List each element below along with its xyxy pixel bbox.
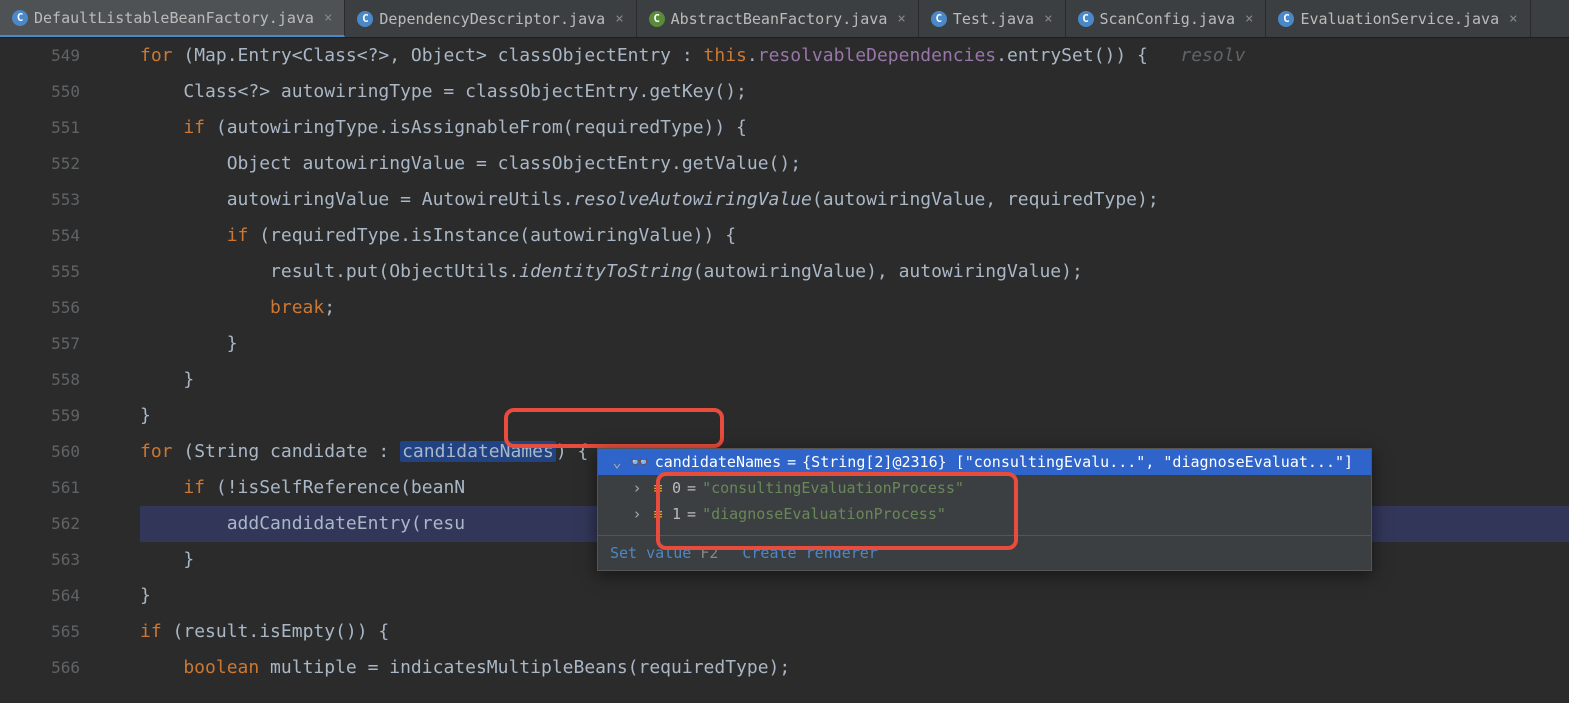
- line-number: 565: [0, 614, 80, 650]
- close-icon[interactable]: ×: [324, 10, 332, 26]
- line-gutter: 549 550 551 552 553 554 555 556 557 558 …: [0, 38, 100, 686]
- tab-test[interactable]: C Test.java ×: [919, 0, 1066, 37]
- code-line: boolean multiple = indicatesMultipleBean…: [140, 650, 1569, 686]
- code-line: Class<?> autowiringType = classObjectEnt…: [140, 74, 1569, 110]
- line-number: 555: [0, 254, 80, 290]
- line-number: 550: [0, 74, 80, 110]
- array-item-icon: ≡: [650, 505, 666, 523]
- code-line: }: [140, 326, 1569, 362]
- close-icon[interactable]: ×: [615, 11, 623, 27]
- line-number: 560: [0, 434, 80, 470]
- tab-label: ScanConfig.java: [1100, 10, 1235, 28]
- close-icon[interactable]: ×: [1509, 11, 1517, 27]
- chevron-right-icon[interactable]: ›: [630, 479, 644, 497]
- array-index: 1: [672, 505, 681, 523]
- array-index: 0: [672, 479, 681, 497]
- class-icon: C: [1278, 11, 1294, 27]
- tab-label: Test.java: [953, 10, 1034, 28]
- code-editor[interactable]: 549 550 551 552 553 554 555 556 557 558 …: [0, 38, 1569, 686]
- chevron-right-icon[interactable]: ›: [630, 505, 644, 523]
- line-number: 556: [0, 290, 80, 326]
- class-icon: C: [1078, 11, 1094, 27]
- tab-dependency-descriptor[interactable]: C DependencyDescriptor.java ×: [345, 0, 636, 37]
- code-area[interactable]: for (Map.Entry<Class<?>, Object> classOb…: [100, 38, 1569, 686]
- popup-actions: Set value F2 Create renderer: [598, 535, 1371, 570]
- code-line: if (result.isEmpty()) {: [140, 614, 1569, 650]
- tab-scan-config[interactable]: C ScanConfig.java ×: [1066, 0, 1267, 37]
- line-number: 554: [0, 218, 80, 254]
- array-item-icon: ≡: [650, 479, 666, 497]
- code-line: }: [140, 398, 1569, 434]
- line-number: 566: [0, 650, 80, 686]
- tab-abstract-bean-factory[interactable]: C AbstractBeanFactory.java ×: [637, 0, 919, 37]
- create-renderer-action[interactable]: Create renderer: [742, 544, 877, 562]
- line-number: 559: [0, 398, 80, 434]
- code-line: if (autowiringType.isAssignableFrom(requ…: [140, 110, 1569, 146]
- code-line: if (requiredType.isInstance(autowiringVa…: [140, 218, 1569, 254]
- popup-header-row[interactable]: ⌄ 👓 candidateNames = {String[2]@2316} ["…: [598, 449, 1371, 475]
- tab-label: AbstractBeanFactory.java: [671, 10, 888, 28]
- class-icon: C: [649, 11, 665, 27]
- line-number: 551: [0, 110, 80, 146]
- close-icon[interactable]: ×: [1245, 11, 1253, 27]
- set-value-action[interactable]: Set value F2: [610, 544, 718, 562]
- tab-label: DependencyDescriptor.java: [379, 10, 605, 28]
- close-icon[interactable]: ×: [1044, 11, 1052, 27]
- class-icon: C: [357, 11, 373, 27]
- line-number: 552: [0, 146, 80, 182]
- code-line: for (Map.Entry<Class<?>, Object> classOb…: [140, 38, 1569, 74]
- code-line: break;: [140, 290, 1569, 326]
- line-number: 549: [0, 38, 80, 74]
- close-icon[interactable]: ×: [897, 11, 905, 27]
- line-number: 557: [0, 326, 80, 362]
- array-value: "consultingEvaluationProcess": [702, 479, 964, 497]
- line-number: 563: [0, 542, 80, 578]
- line-number: 561: [0, 470, 80, 506]
- debug-value-popup[interactable]: ⌄ 👓 candidateNames = {String[2]@2316} ["…: [597, 448, 1372, 571]
- code-line: }: [140, 578, 1569, 614]
- code-line: result.put(ObjectUtils.identityToString(…: [140, 254, 1569, 290]
- code-line: Object autowiringValue = classObjectEntr…: [140, 146, 1569, 182]
- tab-default-listable[interactable]: C DefaultListableBeanFactory.java ×: [0, 0, 345, 37]
- code-line: autowiringValue = AutowireUtils.resolveA…: [140, 182, 1569, 218]
- class-icon: C: [12, 10, 28, 26]
- class-icon: C: [931, 11, 947, 27]
- popup-array-item[interactable]: › ≡ 1 = "diagnoseEvaluationProcess": [598, 501, 1371, 527]
- line-number: 562: [0, 506, 80, 542]
- line-number: 564: [0, 578, 80, 614]
- popup-var-value: {String[2]@2316} ["consultingEvalu...", …: [802, 453, 1353, 471]
- tab-evaluation-service[interactable]: C EvaluationService.java ×: [1266, 0, 1530, 37]
- chevron-down-icon[interactable]: ⌄: [610, 453, 624, 471]
- glasses-icon: 👓: [630, 453, 649, 471]
- line-number: 558: [0, 362, 80, 398]
- popup-var-name: candidateNames: [655, 453, 781, 471]
- line-number: 553: [0, 182, 80, 218]
- popup-array-item[interactable]: › ≡ 0 = "consultingEvaluationProcess": [598, 475, 1371, 501]
- tab-label: DefaultListableBeanFactory.java: [34, 9, 314, 27]
- editor-tabs: C DefaultListableBeanFactory.java × C De…: [0, 0, 1569, 38]
- array-value: "diagnoseEvaluationProcess": [702, 505, 946, 523]
- tab-label: EvaluationService.java: [1300, 10, 1499, 28]
- code-line: }: [140, 362, 1569, 398]
